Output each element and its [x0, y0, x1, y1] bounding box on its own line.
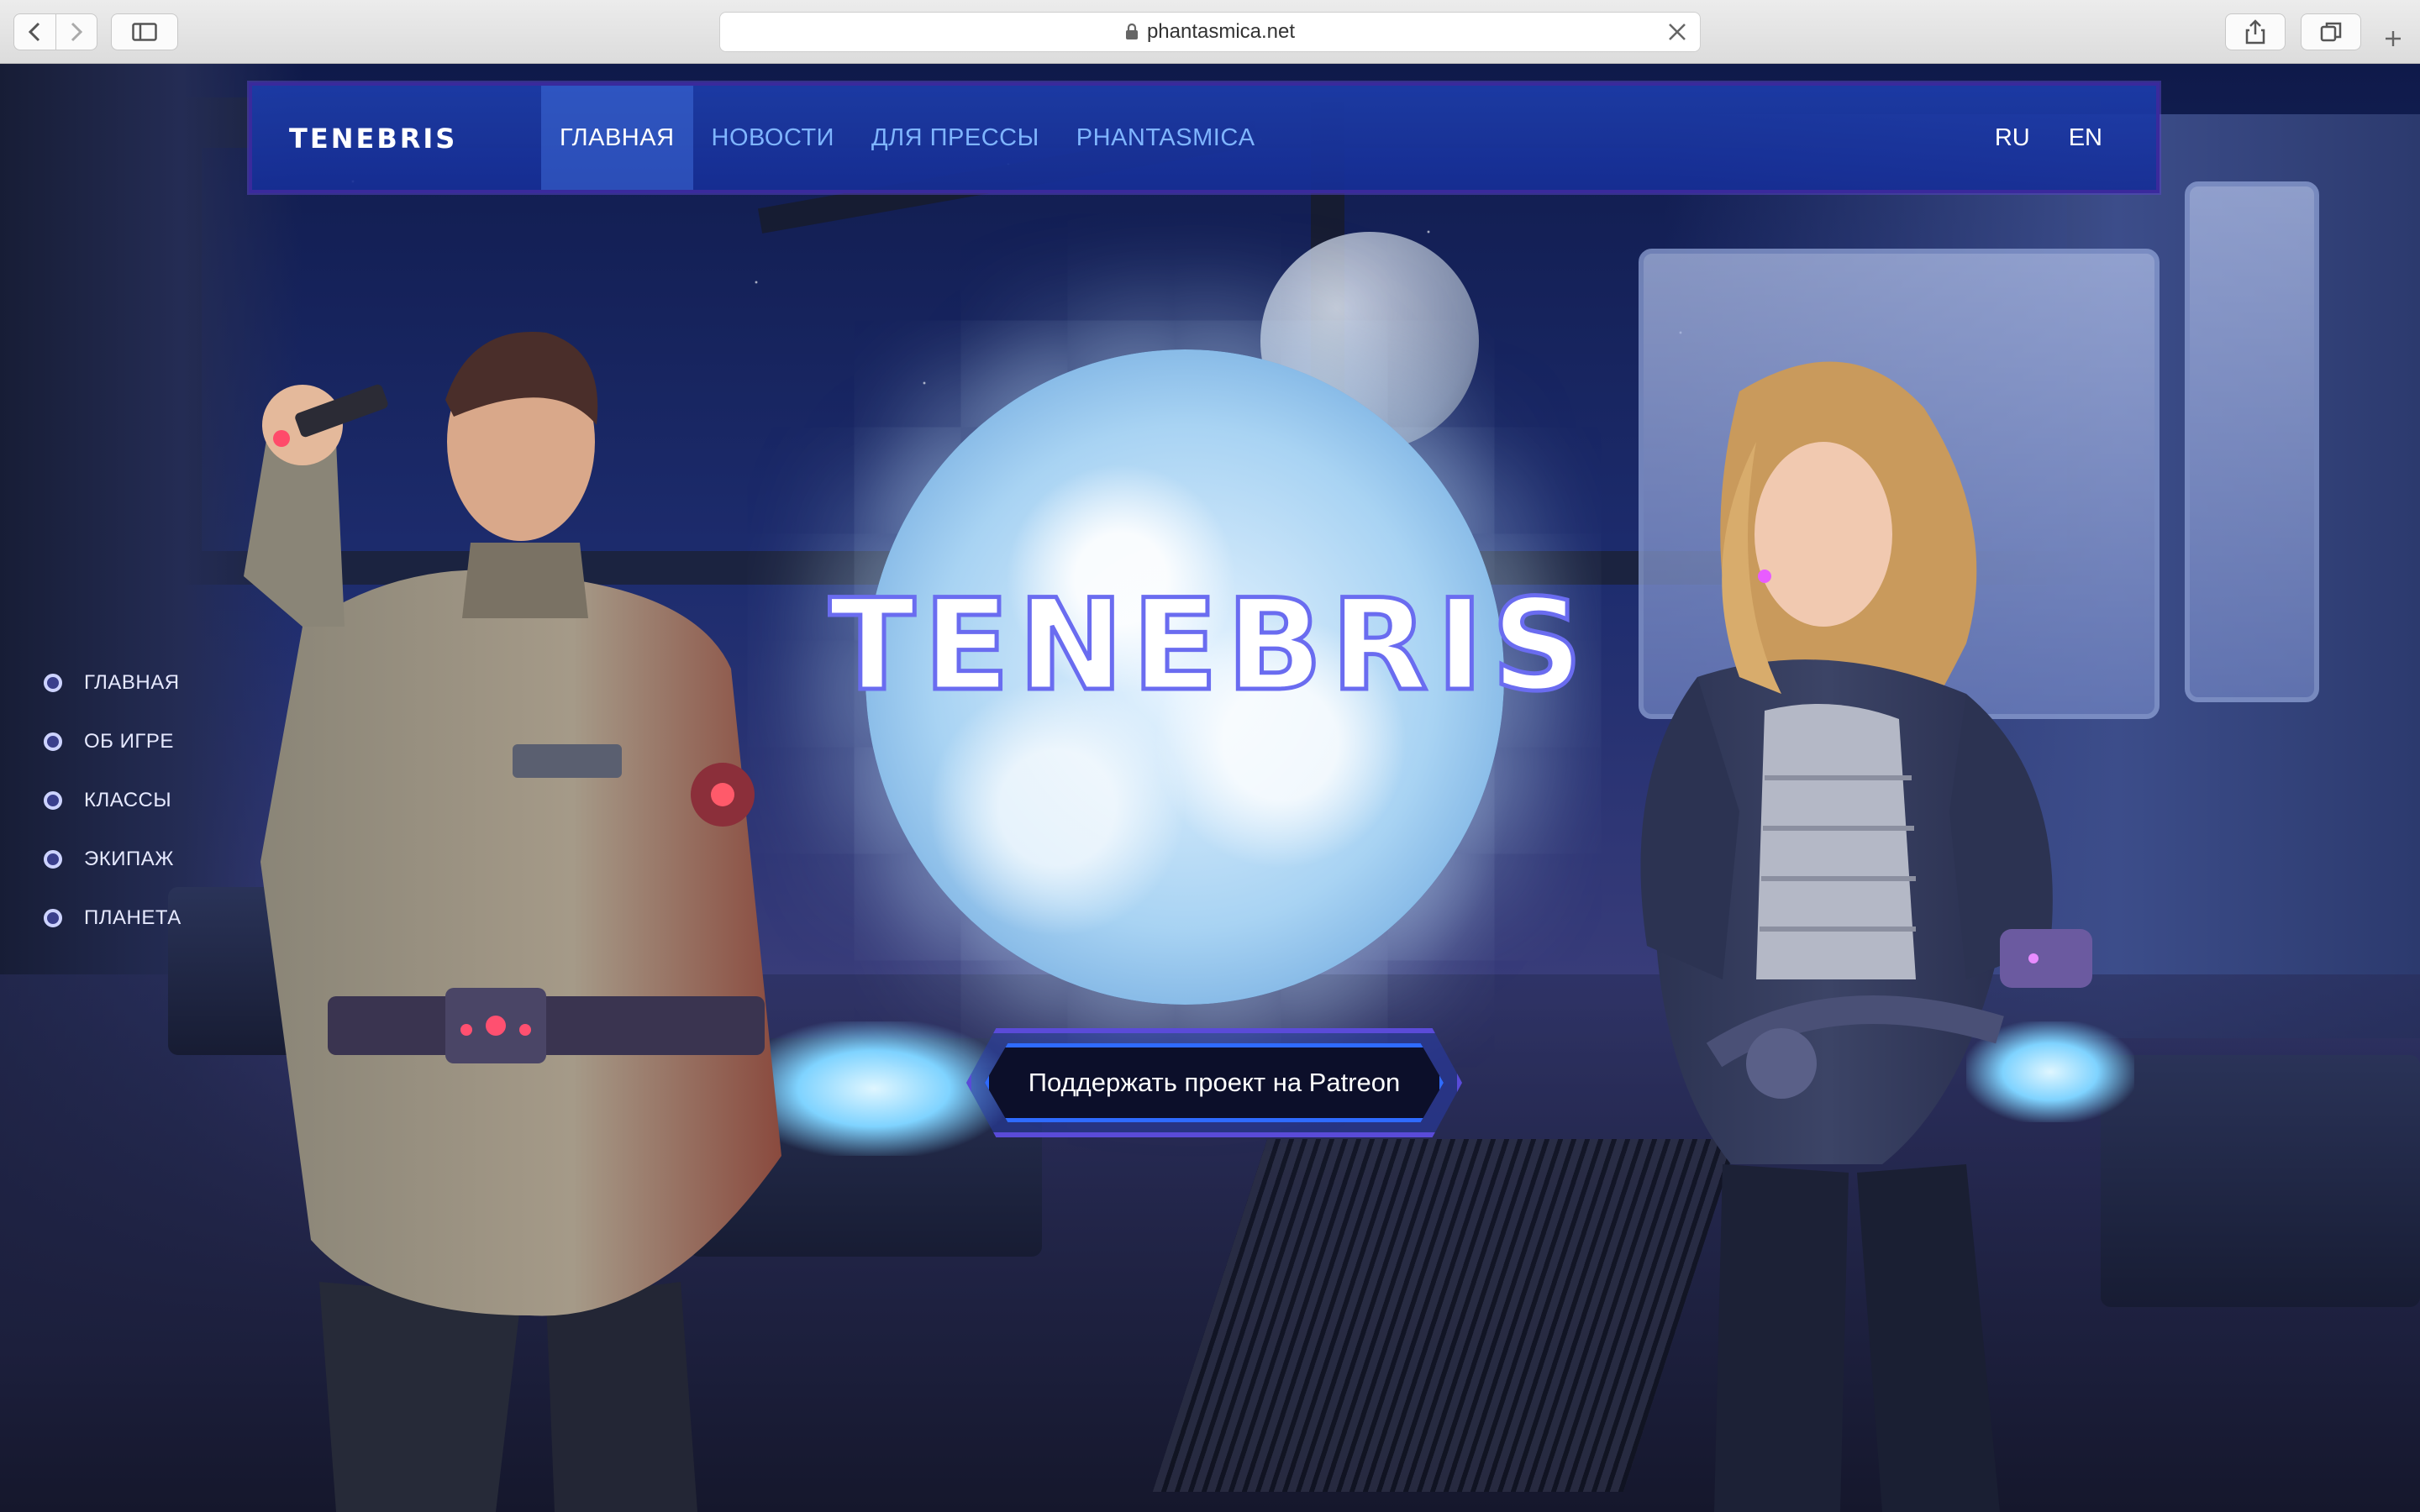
tabs-button[interactable]: [2301, 13, 2361, 50]
history-nav: [13, 13, 97, 50]
section-nav-label: ПЛАНЕТА: [84, 906, 182, 929]
language-switcher: RU EN: [1995, 124, 2102, 152]
section-nav-label: ГЛАВНАЯ: [84, 671, 180, 694]
dot-icon: [44, 909, 62, 927]
lock-icon: [1125, 24, 1139, 40]
forward-icon: [71, 22, 82, 42]
lang-en[interactable]: EN: [2069, 124, 2102, 152]
section-nav-crew[interactable]: ЭКИПАЖ: [44, 830, 182, 889]
sidebar-icon: [132, 23, 157, 41]
svg-text:TENEBRIS: TENEBRIS: [289, 123, 457, 153]
back-button[interactable]: [14, 14, 55, 50]
new-tab-button[interactable]: [2375, 20, 2412, 57]
section-nav-label: ОБ ИГРЕ: [84, 730, 174, 753]
clear-icon[interactable]: [1666, 21, 1688, 49]
back-icon: [29, 22, 40, 42]
cta-frame: Поддержать проект на Patreon: [966, 1028, 1462, 1137]
lang-ru[interactable]: RU: [1995, 124, 2030, 152]
section-nav-planet[interactable]: ПЛАНЕТА: [44, 889, 182, 948]
hero-scene: [0, 64, 2420, 1512]
site-header: TENEBRIS ГЛАВНАЯ НОВОСТИ ДЛЯ ПРЕССЫ PHAN…: [249, 82, 2160, 193]
forward-button[interactable]: [55, 14, 97, 50]
male-character: [244, 332, 781, 1512]
new-tab-icon: [2386, 31, 2401, 46]
browser-toolbar: phantasmica.net: [0, 0, 2420, 64]
logo-wordmark: TENEBRIS: [289, 123, 457, 153]
share-button[interactable]: [2225, 13, 2286, 50]
section-nav-classes[interactable]: КЛАССЫ: [44, 771, 182, 830]
svg-text:TENEBRIS: TENEBRIS: [829, 580, 1591, 714]
nav-link-phantasmica[interactable]: PHANTASMICA: [1058, 86, 1274, 190]
patreon-button[interactable]: Поддержать проект на Patreon: [985, 1043, 1444, 1122]
nav-link-home[interactable]: ГЛАВНАЯ: [541, 86, 693, 190]
section-nav-label: КЛАССЫ: [84, 789, 172, 811]
hero-title: TENEBRIS: [827, 580, 1591, 714]
section-nav-about[interactable]: ОБ ИГРЕ: [44, 712, 182, 771]
sidebar-button[interactable]: [111, 13, 178, 50]
url-text: phantasmica.net: [1146, 20, 1296, 43]
nav-link-news[interactable]: НОВОСТИ: [693, 86, 853, 190]
main-nav: ГЛАВНАЯ НОВОСТИ ДЛЯ ПРЕССЫ PHANTASMICA: [541, 86, 1274, 190]
section-nav-label: ЭКИПАЖ: [84, 848, 174, 870]
share-icon: [2245, 19, 2265, 45]
dot-icon: [44, 674, 62, 692]
female-character: [1640, 361, 2092, 1512]
nav-link-press[interactable]: ДЛЯ ПРЕССЫ: [853, 86, 1058, 190]
wall-panel: [2185, 181, 2319, 702]
tabs-icon: [2320, 22, 2342, 42]
site-logo[interactable]: TENEBRIS: [289, 121, 491, 155]
dot-icon: [44, 791, 62, 810]
dot-icon: [44, 732, 62, 751]
dot-icon: [44, 850, 62, 869]
address-bar[interactable]: phantasmica.net: [719, 12, 1701, 52]
section-nav-home[interactable]: ГЛАВНАЯ: [44, 654, 182, 712]
section-nav: ГЛАВНАЯ ОБ ИГРЕ КЛАССЫ ЭКИПАЖ ПЛАНЕТА: [44, 654, 182, 948]
